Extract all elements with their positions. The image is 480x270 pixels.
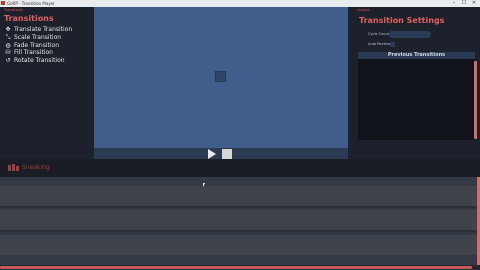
maximize-button[interactable]: ☐	[459, 0, 469, 7]
menu-item-label: Fade Transition	[14, 42, 59, 49]
menu-item-fill[interactable]: ⛁ Fill Transition	[5, 49, 53, 57]
menu-item-rotate[interactable]: ↺ Rotate Transition	[5, 57, 65, 65]
play-icon[interactable]	[208, 149, 216, 159]
menu-item-scale[interactable]: ⤡ Scale Transition	[6, 34, 62, 42]
minimize-button[interactable]: –	[449, 0, 459, 7]
timeline-track[interactable]	[0, 210, 477, 230]
menu-item-translate[interactable]: ✥ Translate Transition	[5, 26, 73, 34]
scrollbar-thumb[interactable]	[0, 266, 472, 269]
close-button[interactable]: ✕	[469, 0, 479, 7]
auto-reverse-checkbox[interactable]	[390, 42, 395, 47]
move-icon: ✥	[5, 26, 11, 33]
stop-icon[interactable]	[222, 149, 232, 159]
menu-item-label: Fill Transition	[14, 49, 53, 56]
track-divider	[0, 206, 477, 208]
menu-item-label: Rotate Transition	[14, 57, 65, 64]
auto-reverse-label: Auto Reverse	[368, 42, 392, 46]
playback-bar	[94, 148, 348, 159]
fill-icon: ⛁	[5, 49, 11, 56]
transitions-panel-header: Transitions	[4, 8, 23, 12]
cycle-count-input[interactable]	[389, 31, 431, 38]
mouse-cursor	[203, 183, 205, 187]
track-divider	[0, 230, 477, 232]
menu-item-label: Translate Transition	[14, 26, 73, 33]
timeline-track[interactable]	[0, 235, 477, 255]
rotate-icon: ↺	[5, 57, 11, 64]
previous-transitions-scrollbar[interactable]	[474, 61, 477, 139]
timeline-track[interactable]	[0, 186, 477, 206]
previous-transitions-header: Previous Transitions	[358, 52, 475, 59]
preview-square	[215, 71, 226, 82]
brand-name: Sneaking	[22, 164, 50, 171]
timeline-header	[0, 159, 480, 177]
previous-transitions-list[interactable]	[358, 59, 475, 140]
window-title: GoRP - Transition Player	[7, 1, 55, 6]
inspector-panel-header: Inspect	[357, 8, 370, 12]
scale-icon: ⤡	[5, 34, 11, 41]
settings-title: Transition Settings	[359, 16, 445, 25]
transitions-title: Transitions	[4, 14, 54, 23]
app-icon	[1, 1, 5, 5]
menu-item-label: Scale Transition	[14, 34, 62, 41]
brand-logo-icon	[8, 164, 19, 171]
cycle-count-label: Cycle Count	[368, 32, 390, 36]
window-titlebar: GoRP - Transition Player – ☐ ✕	[0, 0, 480, 7]
